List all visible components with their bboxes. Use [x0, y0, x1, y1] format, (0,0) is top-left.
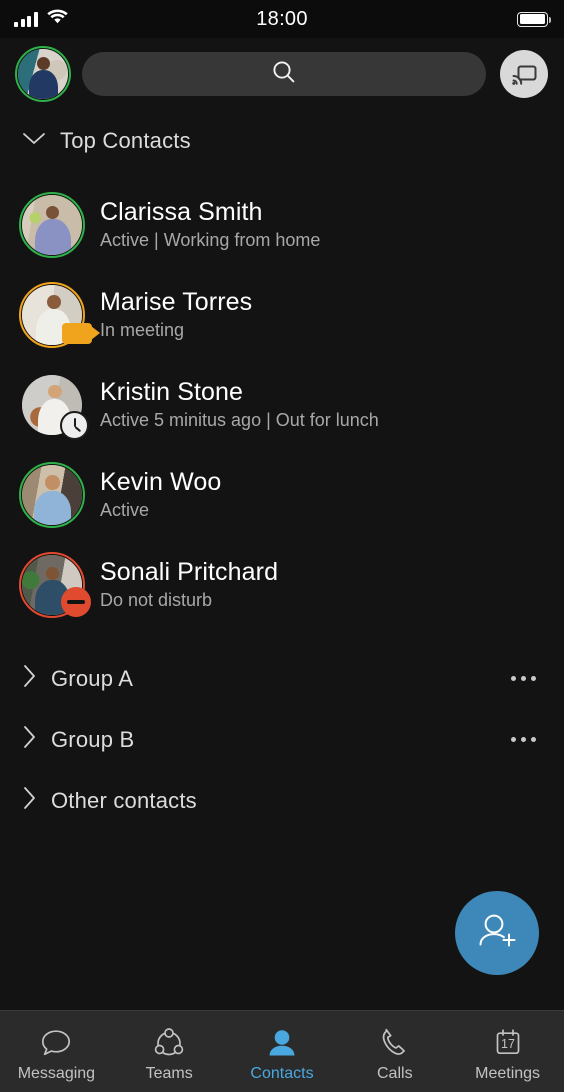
more-options-icon[interactable] — [509, 729, 538, 750]
nav-label: Messaging — [17, 1064, 96, 1082]
svg-text:17: 17 — [501, 1037, 515, 1051]
contact-meta: Clarissa Smith Active | Working from hom… — [100, 198, 320, 252]
nav-item-meetings[interactable]: 17 Meetings — [451, 1021, 564, 1083]
chat-bubble-icon — [40, 1027, 72, 1059]
group-row-b[interactable]: Group B — [0, 709, 564, 770]
contact-name: Clarissa Smith — [100, 197, 263, 226]
nav-label: Meetings — [475, 1064, 541, 1082]
search-input[interactable] — [82, 52, 486, 96]
contact-meta: Kevin Woo Active — [100, 468, 221, 522]
contact-status: Active — [100, 500, 150, 521]
top-contacts-title: Top Contacts — [60, 128, 191, 153]
phone-handset-icon — [379, 1027, 411, 1059]
list-item[interactable]: Clarissa Smith Active | Working from hom… — [0, 180, 564, 270]
person-filled-icon — [266, 1027, 298, 1059]
contact-name: Kevin Woo — [100, 467, 222, 496]
contact-name: Sonali Pritchard — [100, 557, 279, 586]
group-label: Group A — [51, 665, 134, 691]
chevron-right-icon — [22, 725, 37, 754]
list-item[interactable]: Kevin Woo Active — [0, 450, 564, 540]
contact-status: In meeting — [100, 320, 185, 341]
avatar-kevin-woo[interactable] — [19, 462, 85, 528]
nav-label: Teams — [145, 1064, 193, 1082]
avatar-marise-torres[interactable] — [19, 282, 100, 348]
nav-item-contacts[interactable]: Contacts — [226, 1021, 339, 1083]
cellular-signal-icon — [14, 11, 38, 27]
status-bar-left — [14, 9, 68, 29]
nav-label: Contacts — [250, 1064, 314, 1082]
calendar-17-icon: 17 — [492, 1027, 524, 1059]
battery-full-icon — [517, 11, 552, 27]
search-icon — [271, 59, 297, 90]
wifi-icon — [46, 9, 68, 29]
contact-list: Clarissa Smith Active | Working from hom… — [0, 170, 564, 630]
group-row-other-contacts[interactable]: Other contacts — [0, 770, 564, 831]
contact-meta: Marise Torres In meeting — [100, 288, 252, 342]
list-item[interactable]: Kristin Stone Active 5 minitus ago | Out… — [0, 360, 564, 450]
more-options-icon[interactable] — [509, 668, 538, 689]
contact-status: Active | Working from home — [100, 230, 321, 251]
teams-network-icon — [153, 1027, 185, 1059]
nav-item-messaging[interactable]: Messaging — [0, 1021, 113, 1083]
contact-groups: Group A Group B Other contacts — [0, 630, 564, 831]
video-camera-icon — [62, 323, 100, 344]
contact-status: Do not disturb — [100, 590, 213, 611]
contact-meta: Kristin Stone Active 5 minitus ago | Out… — [100, 378, 379, 432]
avatar-clarissa-smith[interactable] — [19, 192, 85, 258]
chevron-right-icon — [22, 786, 37, 815]
group-label: Group B — [51, 726, 135, 752]
app-screen: 18:00 Top Contacts Clarissa Smith Active… — [0, 0, 564, 1092]
status-bar-clock: 18:00 — [256, 8, 308, 30]
avatar-sonali-pritchard[interactable] — [19, 552, 91, 618]
app-header — [0, 38, 564, 110]
add-contact-icon — [475, 911, 519, 956]
cast-screen-icon[interactable] — [500, 50, 548, 98]
chevron-down-icon — [22, 131, 46, 151]
contact-name: Marise Torres — [100, 287, 253, 316]
top-contacts-section-header[interactable]: Top Contacts — [0, 110, 564, 170]
clock-icon — [60, 411, 89, 440]
contact-status: Active 5 minitus ago | Out for lunch — [100, 410, 379, 431]
do-not-disturb-icon — [61, 587, 91, 617]
group-row-a[interactable]: Group A — [0, 648, 564, 709]
avatar-kristin-stone[interactable] — [22, 375, 89, 440]
add-contact-button[interactable] — [455, 891, 539, 975]
status-bar: 18:00 — [0, 0, 564, 38]
list-item[interactable]: Sonali Pritchard Do not disturb — [0, 540, 564, 630]
group-label: Other contacts — [51, 787, 197, 813]
nav-item-calls[interactable]: Calls — [338, 1021, 451, 1083]
bottom-navigation: Messaging Teams Contacts Calls 17 Meetin… — [0, 1010, 564, 1092]
nav-item-teams[interactable]: Teams — [113, 1021, 226, 1083]
contact-meta: Sonali Pritchard Do not disturb — [100, 558, 278, 612]
chevron-right-icon — [22, 664, 37, 693]
list-item[interactable]: Marise Torres In meeting — [0, 270, 564, 360]
nav-label: Calls — [377, 1064, 413, 1082]
contact-name: Kristin Stone — [100, 377, 244, 406]
my-profile-avatar[interactable] — [15, 46, 71, 102]
